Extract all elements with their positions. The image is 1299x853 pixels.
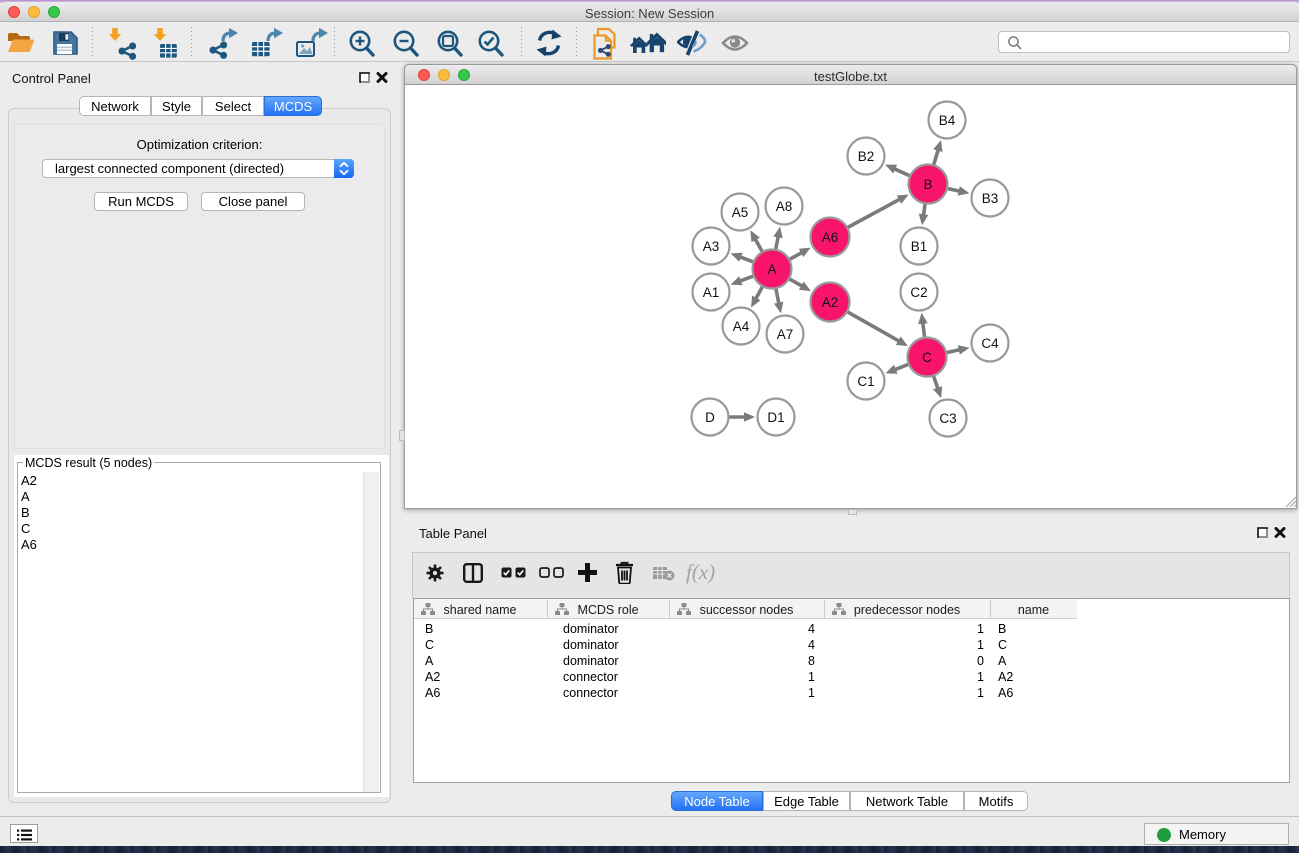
svg-text:B1: B1: [911, 239, 928, 254]
svg-text:C4: C4: [981, 336, 999, 351]
svg-text:A6: A6: [822, 230, 839, 245]
svg-text:A7: A7: [777, 327, 794, 342]
svg-text:A4: A4: [733, 319, 750, 334]
svg-text:A5: A5: [732, 205, 749, 220]
svg-text:A1: A1: [703, 285, 720, 300]
svg-text:B: B: [923, 177, 932, 192]
svg-text:D1: D1: [767, 410, 784, 425]
svg-text:C1: C1: [857, 374, 874, 389]
svg-text:C2: C2: [910, 285, 927, 300]
svg-text:C3: C3: [939, 411, 956, 426]
svg-text:A: A: [767, 262, 776, 277]
svg-text:D: D: [705, 410, 715, 425]
svg-text:A8: A8: [776, 199, 793, 214]
svg-text:A3: A3: [703, 239, 720, 254]
svg-text:B4: B4: [939, 113, 956, 128]
svg-text:B2: B2: [858, 149, 875, 164]
svg-text:C: C: [922, 350, 932, 365]
svg-text:A2: A2: [822, 295, 839, 310]
svg-text:B3: B3: [982, 191, 999, 206]
